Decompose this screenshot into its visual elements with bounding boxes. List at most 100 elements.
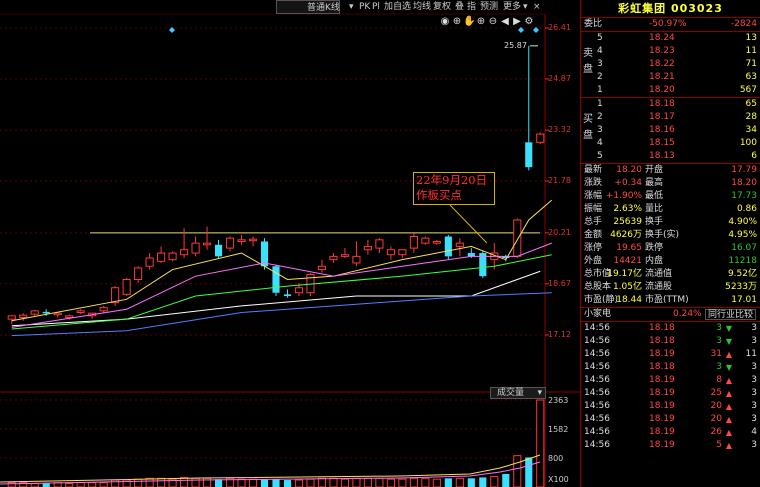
tick-volume: 3 [716,362,722,372]
tick-count: 3 [751,388,757,398]
tick-volume: 8 [716,375,722,385]
more-dropdown-icon[interactable]: ▾ [523,0,528,14]
volume-bar-30 [352,477,361,487]
right-arrow-icon[interactable]: ▶ [511,16,523,28]
tick-price: 18.19 [649,401,675,411]
tick-row: 14:56 18.19 26 ▲ 4 [581,426,760,439]
overlay-button[interactable]: 叠 [455,0,464,14]
candle-body-21 [248,238,258,242]
candle-body-31 [363,245,372,251]
tick-price: 18.19 [649,349,675,359]
sell-row: 5 18.24 13 [581,32,760,45]
candle-body-4 [53,312,62,316]
close-icon[interactable]: × [533,0,541,14]
tick-time: 14:56 [584,375,610,385]
stat-row: 外盘 14421 内盘 11218 [581,255,760,268]
tick-list[interactable]: 14:56 18.18 3 ▼ 3 14:56 18.18 3 ▼ 3 14:56 18.19 31 ▲ 1… [581,322,760,452]
hand-icon[interactable]: ✋ [463,16,475,28]
up-arrow-icon: ▲ [725,389,732,398]
candle-body-15 [180,249,189,256]
tick-time: 14:56 [584,427,610,437]
volume-bar-37 [432,478,441,487]
stat-label: 换手 [645,217,664,227]
stat-value: 9.52亿 [727,269,757,279]
tick-count: 3 [751,336,757,346]
volume-bar-44 [513,455,522,487]
kline-svg[interactable] [0,0,580,487]
event-marker-0[interactable] [169,27,175,33]
volume-dropdown-icon[interactable]: ▾ [537,388,542,398]
candle-body-23 [272,266,280,293]
sell-level: 3 [597,59,603,69]
crosshair-icon[interactable]: ⊕ [451,16,463,28]
stats-table: 最新 18.20 开盘 17.79 涨跌 +0.34 最高 18.20 涨幅 +1.90% 最低 17… [581,164,760,307]
zoom-out-icon[interactable]: ⊖ [487,16,499,28]
tick-price: 18.19 [649,427,675,437]
price-tick-0: 26.41 [548,23,571,32]
buy-book: 买盘 1 18.18 65 2 18.17 28 3 18.16 34 4 18.15 100 5 18.… [581,98,760,163]
settings-icon[interactable]: ⚙ [523,16,535,28]
stat-label: 市盈(静) [584,295,619,305]
buy-volume: 65 [745,99,757,109]
candle-body-17 [203,242,212,246]
sell-volume: 63 [745,72,757,82]
stat-label: 总股本 [584,282,612,292]
volume-bar-28 [329,477,338,487]
zoom-in-icon[interactable]: ⊕ [475,16,487,28]
volume-bar-25 [294,479,304,487]
dropdown-icon[interactable]: ▾ [349,0,354,14]
volume-bar-18 [214,479,223,487]
volume-bar-36 [421,477,430,487]
ma-button[interactable]: 均线 [413,0,431,14]
sell-price: 18.22 [649,59,675,69]
stat-value: 16.07 [731,243,757,253]
buy-level: 5 [597,151,603,161]
stat-row: 振幅 2.63% 量比 0.86 [581,203,760,216]
volume-bar-32 [375,477,384,487]
eye-icon[interactable]: ◉ [439,16,451,28]
add-watchlist-button[interactable]: 加自选 [384,0,411,14]
candle-body-28 [329,255,338,261]
adjust-button[interactable]: 复权 [433,0,451,14]
candle-body-0 [7,315,16,320]
stat-label: 开盘 [645,165,664,175]
pl-button[interactable]: Pl [372,0,380,14]
volume-bar-24 [283,480,292,487]
tick-row: 14:56 18.18 3 ▼ 3 [581,361,760,374]
kline-type-select[interactable]: 普通K线 [276,0,340,14]
volume-bar-45 [525,457,533,487]
industry-compare-button[interactable]: 同行业比较 [704,309,756,320]
candle-body-33 [386,249,395,256]
candle-body-34 [398,249,407,256]
sell-book: 卖盘 5 18.24 13 4 18.23 11 3 18.22 71 2 18.21 63 1 18.2… [581,32,760,97]
volume-indicator-select[interactable]: 成交量 ▾ [490,387,546,399]
more-button[interactable]: 更多 [503,0,521,14]
sell-level: 5 [597,33,603,43]
left-arrow-icon[interactable]: ◀ [499,16,511,28]
volume-tick-2: 800 [548,454,564,463]
tick-time: 14:56 [584,336,610,346]
indicator-button[interactable]: 指 [467,0,476,14]
stat-row: 总股本 1.05亿 流通股 5233万 [581,281,760,294]
candle-body-3 [42,311,50,314]
tick-time: 14:56 [584,388,610,398]
price-tick-5: 18.67 [548,279,571,288]
candle-body-38 [444,236,452,257]
forecast-button[interactable]: 预测 [480,0,498,14]
candle-body-30 [352,255,361,264]
annotation-line-2: 作板买点 [416,188,462,202]
buy-volume: 34 [745,125,757,135]
pk-button[interactable]: PK [359,0,370,14]
tick-price: 18.19 [649,440,675,450]
up-arrow-icon: ▲ [725,350,732,359]
sell-level: 1 [597,85,603,95]
volume-bar-23 [272,479,280,487]
tick-count: 3 [751,362,757,372]
price-tick-6: 17.12 [548,330,571,339]
candle-body-2 [30,310,39,315]
tick-volume: 20 [710,401,722,411]
tick-count: 4 [751,427,757,437]
kline-chart[interactable]: 普通K线 ▾ PK Pl 加自选 均线 复权 叠 指 预测 更多 ▾ × ◉ ⊕… [0,0,580,487]
sell-volume: 11 [745,46,757,56]
stat-value: 14421 [613,256,642,266]
